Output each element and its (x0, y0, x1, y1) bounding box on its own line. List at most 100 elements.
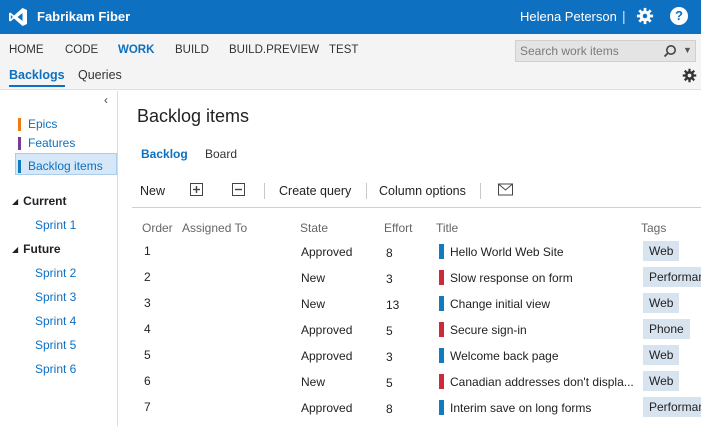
tag-badge[interactable]: Performance (643, 397, 701, 417)
sprint-4[interactable]: Sprint 4 (35, 314, 76, 328)
tag-badge[interactable]: Web (643, 345, 680, 365)
effort-cell: 3 (386, 350, 393, 364)
project-name[interactable]: Fabrikam Fiber (37, 9, 130, 24)
order-cell: 2 (144, 270, 151, 284)
tab-backlogs[interactable]: Backlogs (9, 68, 65, 87)
hub-test[interactable]: TEST (329, 44, 358, 56)
top-bar: Fabrikam Fiber Helena Peterson | ? (0, 0, 701, 34)
search-work-items-box[interactable]: Search work items ▼ (515, 40, 696, 62)
left-pane: ‹ Epics Features Backlog items ◢ Current … (0, 91, 118, 426)
state-cell: New (301, 375, 326, 389)
column-header-order[interactable]: Order (142, 221, 173, 235)
effort-cell: 8 (386, 246, 393, 260)
backlog-item-color-bar (18, 160, 21, 173)
user-name[interactable]: Helena Peterson (520, 9, 617, 24)
order-cell: 4 (144, 322, 151, 336)
tag-badge[interactable]: Performance (643, 267, 701, 287)
column-header-title[interactable]: Title (436, 221, 458, 235)
column-header-assigned-to[interactable]: Assigned To (182, 221, 247, 235)
level-backlog-items-label: Backlog items (28, 159, 103, 173)
collapse-all-icon[interactable] (232, 183, 245, 196)
hub-home[interactable]: HOME (9, 44, 44, 56)
work-item-type-color-bar (439, 322, 444, 337)
hub-build[interactable]: BUILD (175, 44, 209, 56)
visual-studio-logo-icon[interactable] (8, 7, 28, 27)
sprint-5[interactable]: Sprint 5 (35, 338, 76, 352)
level-features-label: Features (28, 136, 76, 150)
sprint-2[interactable]: Sprint 2 (35, 266, 76, 280)
iteration-future-header[interactable]: ◢ Future (12, 242, 61, 256)
tab-queries[interactable]: Queries (78, 68, 122, 82)
column-header-effort[interactable]: Effort (384, 221, 412, 235)
column-header-state[interactable]: State (300, 221, 328, 235)
effort-cell: 13 (386, 298, 400, 312)
work-item-title[interactable]: Secure sign-in (450, 323, 527, 337)
column-options-button[interactable]: Column options (379, 184, 466, 198)
chevron-left-icon[interactable]: ‹ (104, 93, 108, 107)
tab-board[interactable]: Board (205, 147, 237, 161)
effort-cell: 5 (386, 376, 393, 390)
order-cell: 7 (144, 400, 151, 414)
work-item-type-color-bar (439, 270, 444, 285)
sprint-1[interactable]: Sprint 1 (35, 218, 76, 232)
work-item-type-color-bar (439, 296, 444, 311)
sprint-6[interactable]: Sprint 6 (35, 362, 76, 376)
order-cell: 3 (144, 296, 151, 310)
level-backlog-items[interactable]: Backlog items (18, 159, 103, 173)
chevron-down-icon[interactable]: ▼ (683, 45, 692, 55)
tag-badge[interactable]: Phone (643, 319, 690, 339)
triangle-down-icon[interactable]: ◢ (12, 245, 18, 254)
level-features[interactable]: Features (18, 136, 76, 150)
effort-cell: 5 (386, 324, 393, 338)
tag-badge[interactable]: Web (643, 293, 680, 313)
state-cell: Approved (301, 323, 353, 337)
email-icon[interactable] (498, 183, 513, 196)
work-item-type-color-bar (439, 400, 444, 415)
work-item-title[interactable]: Welcome back page (450, 349, 559, 363)
current-label: Current (23, 194, 67, 208)
state-cell: Approved (301, 245, 353, 259)
column-header-tags[interactable]: Tags (641, 221, 666, 235)
create-query-button[interactable]: Create query (279, 184, 351, 198)
state-cell: New (301, 271, 326, 285)
work-item-title[interactable]: Canadian addresses don't displa... (450, 375, 634, 389)
work-item-title[interactable]: Hello World Web Site (450, 245, 564, 259)
hub-work[interactable]: WORK (118, 44, 154, 56)
settings-gear-icon[interactable] (636, 7, 654, 25)
tab-backlog[interactable]: Backlog (141, 147, 188, 161)
new-button[interactable]: New (140, 184, 165, 198)
effort-cell: 8 (386, 402, 393, 416)
header-separator: | (622, 8, 626, 24)
work-item-type-color-bar (439, 348, 444, 363)
state-cell: Approved (301, 349, 353, 363)
backlog-settings-gear-icon[interactable] (682, 68, 697, 83)
work-item-title[interactable]: Change initial view (450, 297, 550, 311)
future-label: Future (23, 242, 61, 256)
iteration-current-header[interactable]: ◢ Current (12, 194, 67, 208)
backlog-toolbar: New Create query Column options (132, 178, 701, 208)
work-item-type-color-bar (439, 244, 444, 259)
sprint-3[interactable]: Sprint 3 (35, 290, 76, 304)
level-epics[interactable]: Epics (18, 117, 57, 131)
search-icon[interactable] (663, 44, 677, 58)
state-cell: New (301, 297, 326, 311)
state-cell: Approved (301, 401, 353, 415)
work-item-title[interactable]: Interim save on long forms (450, 401, 591, 415)
epic-color-bar (18, 118, 21, 131)
toolbar-divider (264, 183, 265, 199)
hub-code[interactable]: CODE (65, 44, 98, 56)
secondary-navigation: Backlogs Queries (0, 66, 701, 90)
order-cell: 5 (144, 348, 151, 362)
hub-build-preview[interactable]: BUILD.PREVIEW (229, 44, 319, 56)
feature-color-bar (18, 137, 21, 150)
triangle-down-icon[interactable]: ◢ (12, 197, 18, 206)
effort-cell: 3 (386, 272, 393, 286)
tag-badge[interactable]: Web (643, 241, 680, 261)
tag-badge[interactable]: Web (643, 371, 680, 391)
search-input[interactable]: Search work items (520, 44, 619, 58)
order-cell: 6 (144, 374, 151, 388)
order-cell: 1 (144, 244, 151, 258)
help-icon[interactable]: ? (670, 7, 688, 25)
work-item-title[interactable]: Slow response on form (450, 271, 573, 285)
expand-all-icon[interactable] (190, 183, 203, 196)
